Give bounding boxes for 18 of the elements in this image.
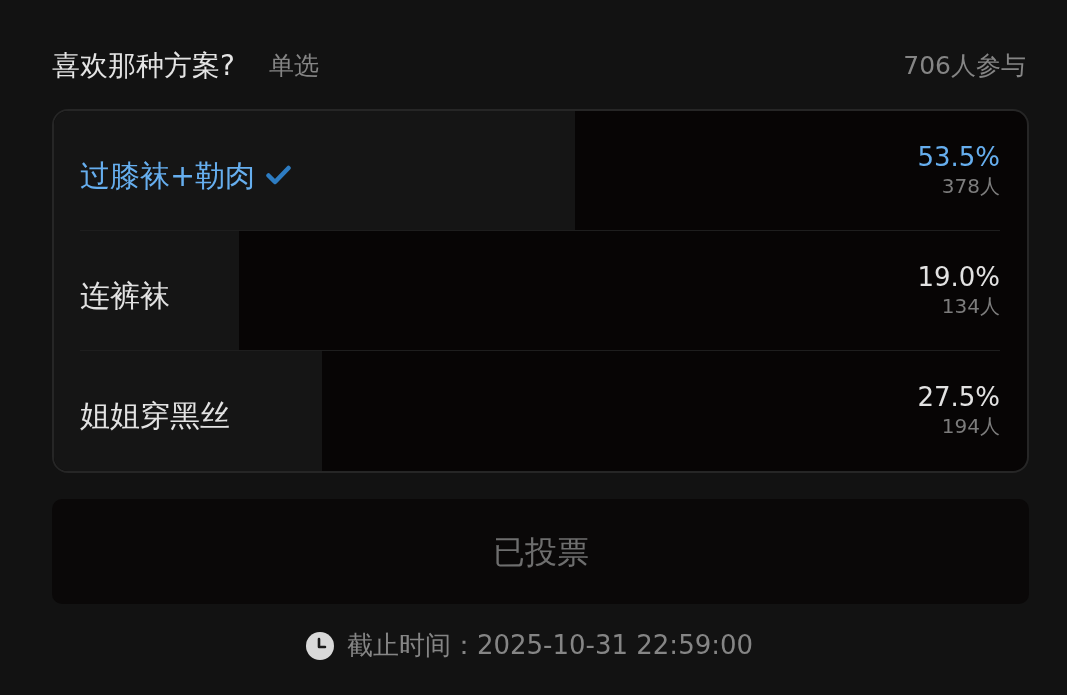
poll-option[interactable]: 姐姐穿黑丝 27.5% 194人 (54, 351, 1027, 471)
clock-icon (305, 631, 334, 660)
vote-percent: 19.0% (917, 264, 1000, 290)
option-label: 过膝袜+勒肉 (80, 156, 256, 195)
option-label: 连裤袜 (80, 276, 170, 315)
vote-count: 378人 (941, 176, 1000, 196)
vote-count: 134人 (941, 296, 1000, 316)
participant-count: 706人参与 (903, 50, 1027, 83)
poll-mode-label: 单选 (268, 50, 319, 83)
poll-option[interactable]: 过膝袜+勒肉 53.5% 378人 (54, 111, 1027, 231)
vote-percent: 53.5% (917, 144, 1000, 170)
option-label: 姐姐穿黑丝 (80, 396, 230, 435)
poll-option[interactable]: 连裤袜 19.0% 134人 (54, 231, 1027, 351)
check-icon (266, 165, 292, 185)
deadline-text: 截止时间：2025-10-31 22:59:00 (346, 629, 754, 662)
poll-question: 喜欢那种方案? (52, 48, 235, 84)
vote-count: 194人 (941, 416, 1000, 436)
vote-percent: 27.5% (917, 384, 1000, 410)
